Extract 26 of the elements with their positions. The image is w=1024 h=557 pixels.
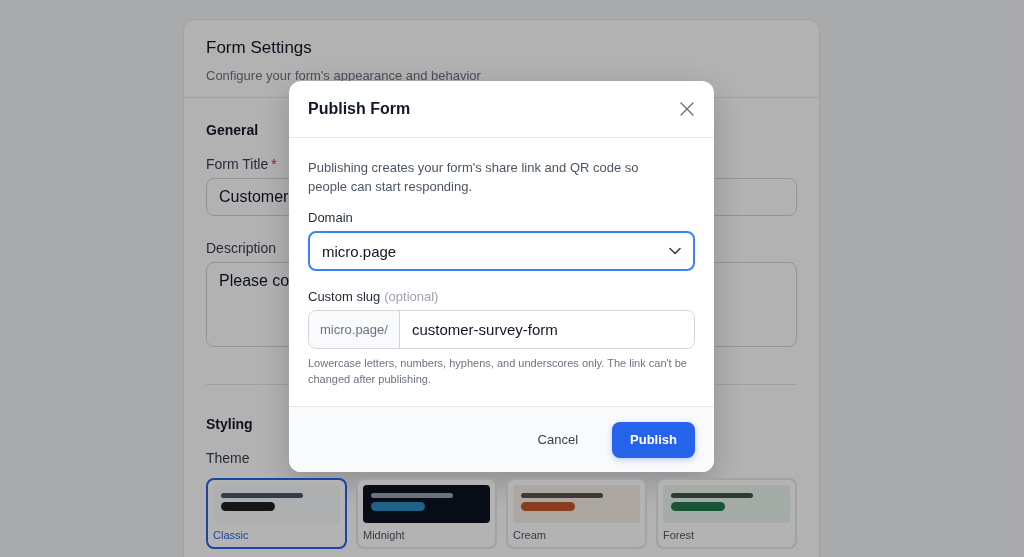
section-heading: Styling: [206, 416, 254, 432]
section-heading: General: [206, 122, 260, 138]
publish-button[interactable]: Publish: [612, 421, 695, 458]
field-label: Domain: [308, 210, 353, 225]
dialog-title: Publish Form: [308, 100, 411, 118]
optional-hint: (optional): [384, 289, 439, 304]
field-label: Form Title: [206, 156, 269, 172]
url-prefix: micro.page/: [309, 311, 400, 348]
cancel-button[interactable]: Cancel: [519, 421, 597, 458]
required-mark: *: [271, 156, 277, 172]
theme-card[interactable]: Midnight: [356, 478, 497, 549]
field-label: Description: [206, 240, 277, 256]
field-label: Custom slug: [308, 289, 381, 304]
theme-card[interactable]: Classic: [206, 478, 347, 549]
dialog-description: Publishing creates your form's share link and QR code so people can start responding.: [308, 159, 640, 196]
help-text: Lowercase letters, numbers, hyphens, and underscores only. The link can't be changed after publishing.: [308, 356, 688, 387]
slug-field[interactable]: micro.page/ customer-survey-form: [308, 310, 695, 349]
theme-card[interactable]: Forest: [656, 478, 797, 549]
domain-select[interactable]: micro.page: [308, 231, 695, 271]
close-button[interactable]: [679, 101, 695, 117]
chevron-down-icon: [669, 247, 681, 255]
close-icon: [680, 102, 694, 116]
theme-card[interactable]: Cream: [506, 478, 647, 549]
card-title: Form Settings: [206, 38, 313, 58]
field-label: Theme: [206, 450, 250, 466]
card-subtitle: Configure your form's appearance and behavior: [206, 68, 482, 83]
